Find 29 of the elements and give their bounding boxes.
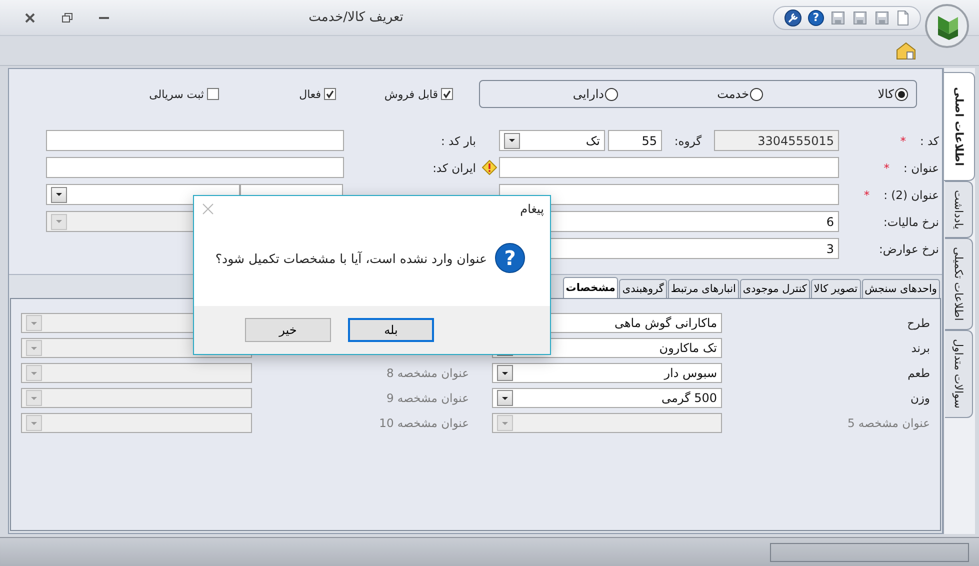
radio-label: خدمت bbox=[717, 87, 749, 101]
field-label: برند bbox=[910, 341, 931, 355]
checkbox-label: ثبت سریالی bbox=[149, 88, 204, 100]
field-label: نرخ عوارض: bbox=[879, 242, 939, 256]
field-label: کد : bbox=[920, 134, 939, 148]
field-label: عنوان مشخصه 10 bbox=[378, 416, 470, 430]
field-label: وزن bbox=[909, 391, 931, 405]
radio-label: کالا bbox=[878, 87, 894, 101]
required-mark: * bbox=[900, 134, 906, 148]
field-label: طرح bbox=[906, 316, 931, 330]
field-label: بار کد : bbox=[441, 134, 476, 148]
field-label: نرخ مالیات: bbox=[884, 214, 939, 228]
checkbox-label: فعال bbox=[299, 88, 321, 100]
text-field: 3304555015 bbox=[714, 130, 839, 151]
required-mark: * bbox=[884, 160, 890, 174]
field-label: عنوان مشخصه 8 bbox=[385, 366, 470, 380]
question-icon: ? bbox=[495, 243, 525, 273]
field-label: طعم bbox=[906, 366, 931, 380]
window-title: تعریف کالا/خدمت bbox=[308, 10, 404, 25]
field-label: عنوان : bbox=[904, 160, 939, 174]
field-label: عنوان مشخصه 9 bbox=[385, 391, 470, 405]
field-label: گروه: bbox=[673, 134, 703, 148]
radio-label: دارایی bbox=[572, 87, 604, 101]
field-label: عنوان مشخصه 5 bbox=[846, 416, 931, 430]
dialog-message: عنوان وارد نشده است، آیا با مشخصات تکمیل شود؟ bbox=[215, 250, 487, 266]
field-label: عنوان (2) : bbox=[884, 188, 939, 202]
checkbox-label: قابل فروش bbox=[384, 88, 438, 100]
required-mark: * bbox=[864, 188, 870, 202]
field-label: ایران کد: bbox=[432, 160, 476, 174]
